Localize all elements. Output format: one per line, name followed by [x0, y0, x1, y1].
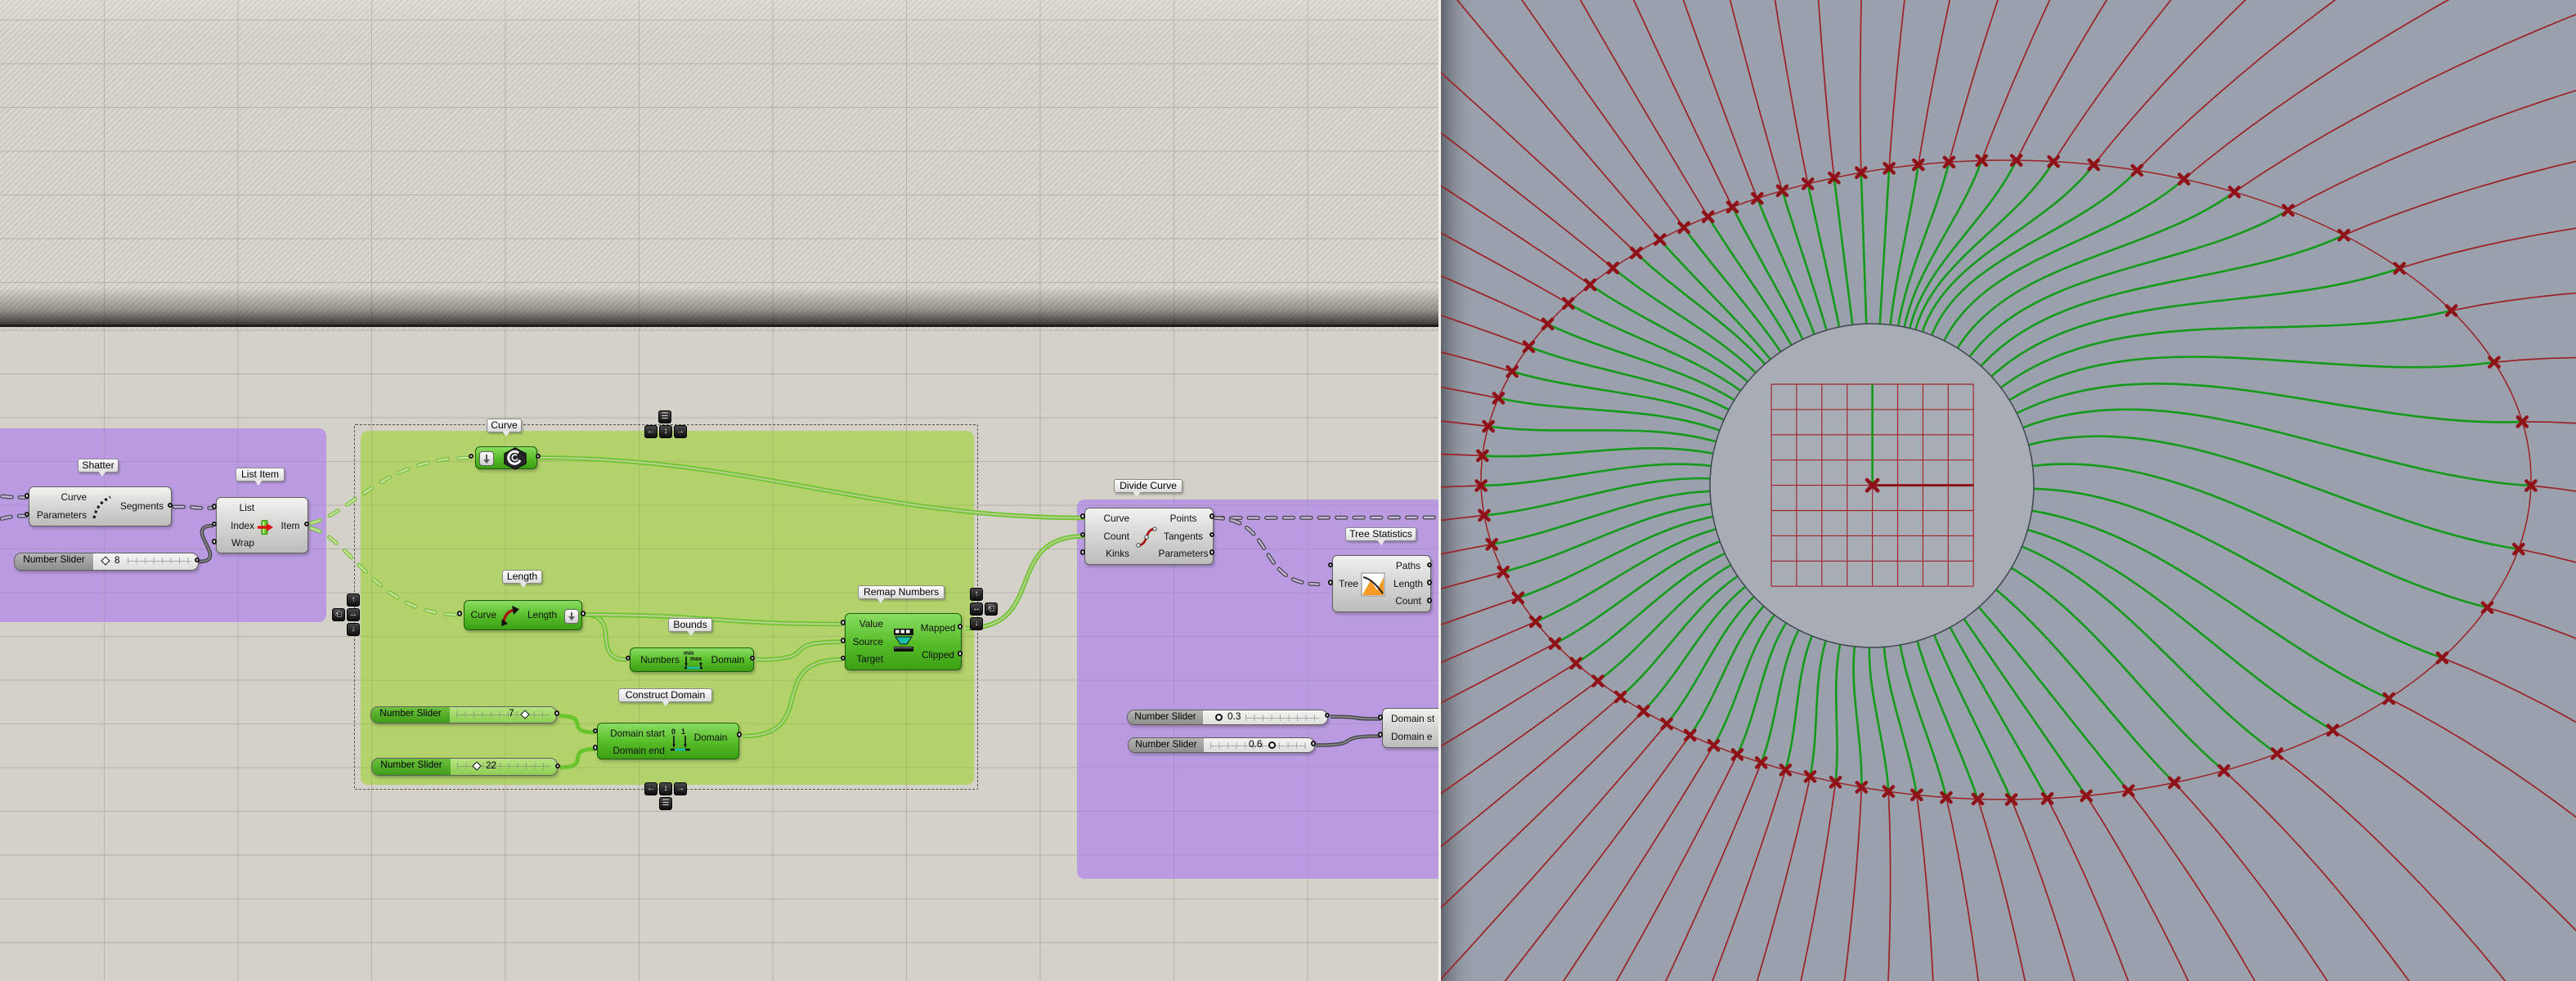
svg-text:0: 0: [671, 728, 675, 736]
svg-text:1: 1: [681, 728, 685, 736]
svg-text:max: max: [690, 656, 702, 662]
svg-text:min: min: [684, 651, 693, 656]
